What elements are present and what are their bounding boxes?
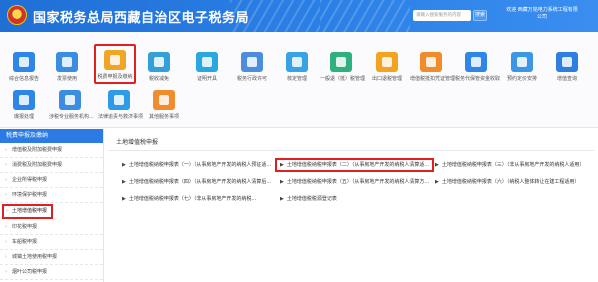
- top-header: 国家税务总局西藏自治区电子税务局 请输入搜索服务的内容 搜索 欢迎 西藏万铭电力…: [0, 0, 598, 32]
- pricing-icon: [511, 52, 533, 72]
- search-input[interactable]: 请输入搜索服务的内容: [413, 10, 471, 21]
- export-refund-icon: [376, 52, 398, 72]
- service-item-refund[interactable]: 一般退（抵）税管理: [320, 52, 365, 82]
- header-decoration: [320, 0, 410, 32]
- form-link[interactable]: ▶ 土地增值税纳税申报表（四）（从事房地产开发的纳税人清算后...: [122, 178, 271, 186]
- service-item-vat-voucher[interactable]: 增值税抵扣凭证管理: [410, 52, 455, 82]
- legal-icon: [108, 90, 130, 110]
- sidebar-item-vat[interactable]: 增值税及附加税费申报: [0, 143, 103, 158]
- service-item-certificate[interactable]: 证明开具: [186, 52, 228, 82]
- main-panel: 土地增值税申报 ▶ 土地增值税纳税申报表（一）（从事房地产开发的纳税人预征适...…: [108, 129, 594, 279]
- tax-emblem-logo: [7, 5, 27, 25]
- invoice-icon: [56, 52, 78, 72]
- form-link[interactable]: ▶ 土地增值税纳税申报表（七）（非从事房地产开发的纳税...: [122, 195, 256, 203]
- sidebar-item-corporate-income-tax[interactable]: 企业所得税申报: [0, 173, 103, 188]
- sidebar-heading: 税费申报及缴纳: [0, 129, 103, 143]
- sidebar-item-stamp-tax[interactable]: 印花税申报: [0, 220, 103, 235]
- sidebar: 税费申报及缴纳 增值税及附加税费申报 消费税及附加税费申报 企业所得税申报 环境…: [0, 129, 104, 282]
- service-item-assessment[interactable]: 核定管理: [276, 52, 318, 82]
- service-item-report-processing[interactable]: 爆报处理: [3, 90, 45, 120]
- sidebar-item-tobacco-tax[interactable]: 烟叶公司税申报: [0, 265, 103, 280]
- service-item-other[interactable]: 其他服务事项: [143, 90, 185, 120]
- triangle-bullet-icon: ▶: [435, 179, 439, 185]
- user-info[interactable]: 欢迎 西藏万铭电力系统工程有限 公司: [490, 7, 594, 21]
- service-item-admin-permit[interactable]: 税务行政许可: [231, 52, 273, 82]
- service-item-custody-funds[interactable]: 税务代保管资金收取: [455, 52, 500, 82]
- certificate-icon: [196, 52, 218, 72]
- report-icon: [13, 52, 35, 72]
- sidebar-item-land-use-tax[interactable]: 城镇土地使用税申报: [0, 250, 103, 265]
- site-title: 国家税务总局西藏自治区电子税务局: [33, 11, 250, 26]
- service-item-tax-filing[interactable]: 税费申报及缴纳: [94, 44, 136, 84]
- form-link[interactable]: ▶ 土地增值税纳税申报表（五）（从事房地产开发的纳税人清算方...: [280, 178, 429, 186]
- triangle-bullet-icon: ▶: [435, 162, 439, 168]
- vat-voucher-icon: [420, 52, 442, 72]
- search-button[interactable]: 搜索: [473, 10, 487, 21]
- refund-icon: [330, 52, 352, 72]
- user-name-line1: 欢迎 西藏万铭电力系统工程有限: [506, 7, 578, 13]
- triangle-bullet-icon: ▶: [122, 162, 126, 168]
- query-icon: [556, 52, 578, 72]
- funds-icon: [465, 52, 487, 72]
- sidebar-item-consumption-tax[interactable]: 消费税及附加税费申报: [0, 158, 103, 173]
- sidebar-item-environment-tax[interactable]: 环境保护税申报: [0, 188, 103, 203]
- triangle-bullet-icon: ▶: [280, 162, 284, 168]
- sidebar-item-land-vat[interactable]: 土地增值税申报: [2, 204, 53, 219]
- service-item-pricing[interactable]: 预约定价安排: [501, 52, 543, 82]
- triangle-bullet-icon: ▶: [122, 196, 126, 202]
- triangle-bullet-icon: ▶: [280, 179, 284, 185]
- form-link[interactable]: ▶ 土地增值税纳税申报表（六）（纳税人整体转让在建工程适用）: [435, 178, 579, 186]
- service-icon-strip: 综合信息报告 发票使用 税费申报及缴纳 税收减免 证明开具 税务行政许可 核定管…: [0, 32, 598, 128]
- sidebar-item-vehicle-tax[interactable]: 车船税申报: [0, 235, 103, 250]
- service-item-agency[interactable]: 涉税专业服务机构...: [49, 90, 94, 120]
- page-title: 土地增值税申报: [108, 129, 594, 151]
- handshake-icon: [153, 90, 175, 110]
- service-item-export-refund[interactable]: 出口退税管理: [366, 52, 408, 82]
- permit-icon: [241, 52, 263, 72]
- triangle-bullet-icon: ▶: [122, 179, 126, 185]
- service-item-info-report[interactable]: 综合信息报告: [3, 52, 45, 82]
- form-link[interactable]: ▶ 土地增值税纳税申报表（三）（非从事房地产开发的纳税人适用）: [435, 161, 584, 169]
- service-item-tax-relief[interactable]: 税收减免: [138, 52, 180, 82]
- form-link[interactable]: ▶ 土地增值税纳税申报表（二）（从事房地产开发的纳税人清算适...: [275, 158, 435, 172]
- form-link[interactable]: ▶ 土地增值税税源登记表: [280, 195, 337, 203]
- assessment-icon: [286, 52, 308, 72]
- triangle-bullet-icon: ▶: [280, 196, 284, 202]
- service-item-invoice[interactable]: 发票使用: [46, 52, 88, 82]
- service-item-legal-remedy[interactable]: 法律追责与救济事项: [98, 90, 143, 120]
- form-link[interactable]: ▶ 土地增值税纳税申报表（一）（从事房地产开发的纳税人预征适...: [122, 161, 271, 169]
- agency-icon: [59, 90, 81, 110]
- processing-icon: [13, 90, 35, 110]
- service-item-query[interactable]: 增值查询: [546, 52, 588, 82]
- user-name-line2: 公司: [536, 14, 547, 20]
- tax-relief-icon: [148, 52, 170, 72]
- tax-filing-icon: [104, 50, 126, 70]
